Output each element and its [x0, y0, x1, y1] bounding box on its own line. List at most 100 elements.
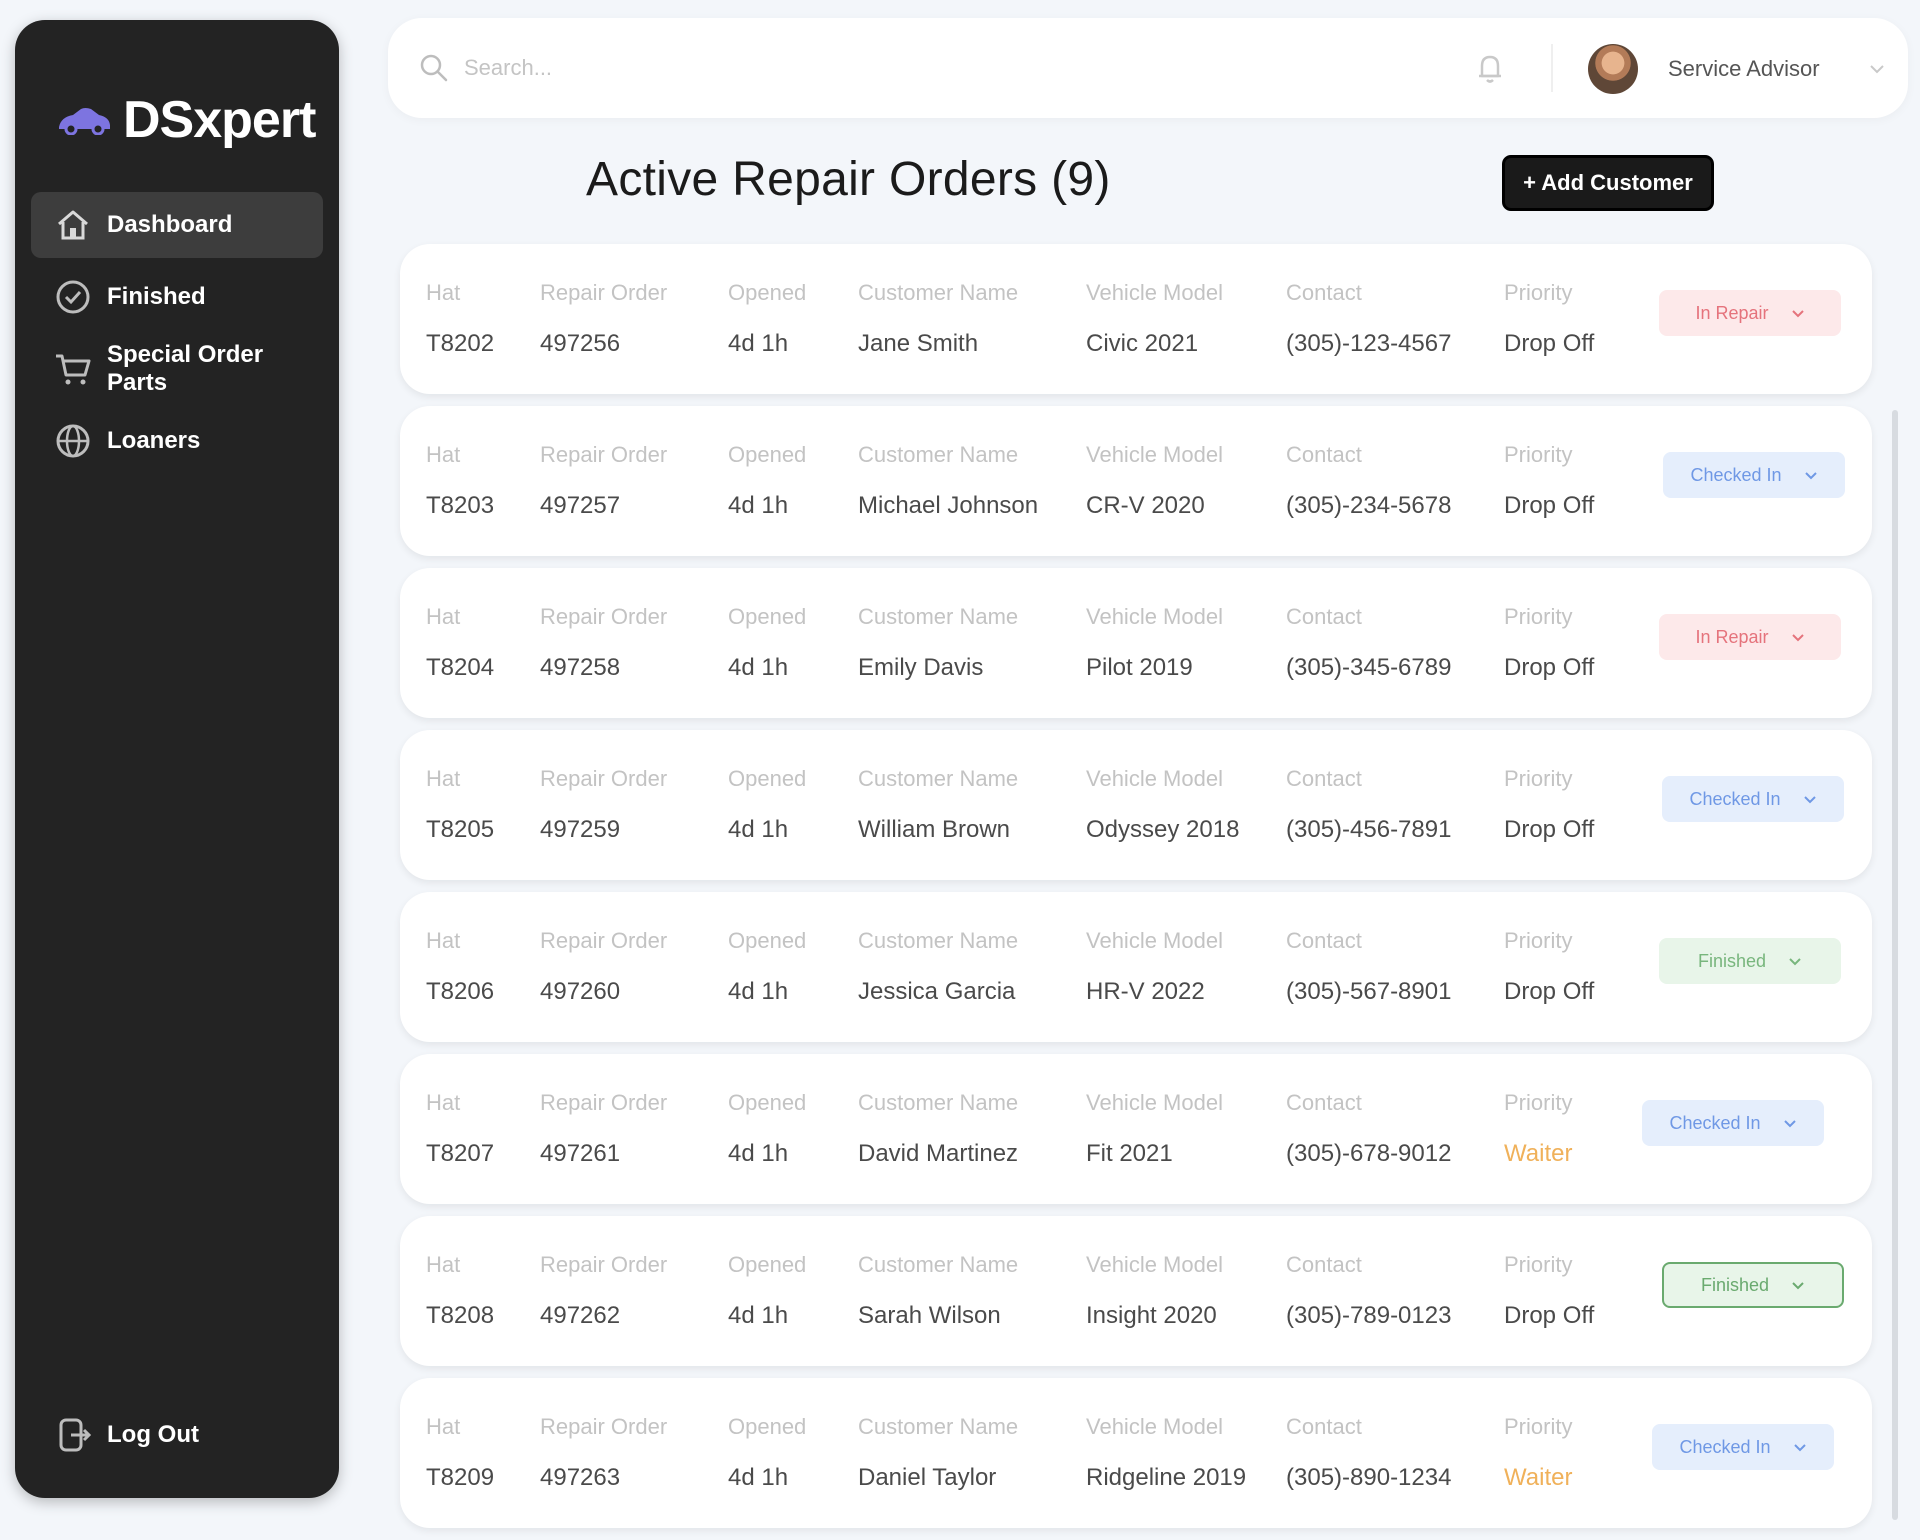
column-value: Drop Off: [1504, 654, 1595, 681]
column-label: Priority: [1504, 1414, 1573, 1439]
status-dropdown[interactable]: Finished: [1659, 938, 1841, 984]
status-dropdown[interactable]: Finished: [1662, 1262, 1844, 1308]
column-label: Priority: [1504, 1090, 1573, 1115]
sidebar-nav: Dashboard Finished Special Order Parts L…: [31, 192, 323, 480]
column-value: 4d 1h: [728, 1140, 789, 1167]
column-value: 4d 1h: [728, 330, 789, 357]
priority-field: Priority Drop Off: [1504, 766, 1594, 844]
chevron-down-icon: [1791, 634, 1804, 642]
column-label: Hat: [426, 442, 461, 467]
hat-field: Hat T8209: [426, 1414, 494, 1492]
column-value: (305)-890-1234: [1286, 1464, 1452, 1491]
contact-field: Contact (305)-678-9012: [1286, 1090, 1451, 1168]
status-dropdown[interactable]: Checked In: [1642, 1100, 1824, 1146]
car-logo-icon: [59, 108, 110, 135]
column-value: (305)-345-6789: [1286, 654, 1452, 681]
user-role[interactable]: Service Advisor: [1668, 56, 1820, 82]
repair-order-field: Repair Order 497259: [540, 766, 667, 844]
chevron-down-icon[interactable]: [1868, 62, 1886, 76]
search-input[interactable]: [464, 48, 1164, 88]
repair-order-card[interactable]: Hat T8206 Repair Order 497260 Opened 4d 1h Cus…: [400, 892, 1872, 1042]
status-dropdown[interactable]: Checked In: [1663, 452, 1845, 498]
column-label: Customer Name: [858, 1414, 1019, 1439]
repair-order-card[interactable]: Hat T8209 Repair Order 497263 Opened 4d 1h Cus…: [400, 1378, 1872, 1528]
sidebar-item-label: Loaners: [107, 427, 201, 454]
column-value: (305)-567-8901: [1286, 978, 1452, 1005]
column-value: (305)-456-7891: [1286, 816, 1452, 843]
column-label: Hat: [426, 1090, 461, 1115]
logout-button[interactable]: Log Out: [53, 1415, 199, 1455]
repair-order-field: Repair Order 497262: [540, 1252, 667, 1330]
column-label: Repair Order: [540, 1414, 668, 1439]
opened-field: Opened 4d 1h: [728, 280, 806, 358]
status-dropdown[interactable]: In Repair: [1659, 290, 1841, 336]
column-label: Repair Order: [540, 604, 668, 629]
column-label: Hat: [426, 928, 461, 953]
column-value: Drop Off: [1504, 1302, 1595, 1329]
sidebar-item-dashboard[interactable]: Dashboard: [31, 192, 323, 258]
sidebar-item-loaners[interactable]: Loaners: [31, 408, 323, 474]
bell-icon[interactable]: [1470, 48, 1510, 88]
contact-field: Contact (305)-890-1234: [1286, 1414, 1451, 1492]
avatar[interactable]: [1588, 44, 1638, 94]
repair-order-card[interactable]: Hat T8202 Repair Order 497256 Opened 4d 1h Cus…: [400, 244, 1872, 394]
vehicle-model-field: Vehicle Model Fit 2021: [1086, 1090, 1223, 1168]
chevron-down-icon: [1783, 1120, 1796, 1128]
status-label: In Repair: [1695, 626, 1769, 647]
priority-field: Priority Drop Off: [1504, 604, 1594, 682]
sidebar-item-special-order-parts[interactable]: Special Order Parts: [31, 336, 323, 402]
customer-name-field: Customer Name Jane Smith: [858, 280, 1018, 358]
column-value: (305)-123-4567: [1286, 330, 1452, 357]
hat-field: Hat T8207: [426, 1090, 494, 1168]
logout-icon: [59, 1418, 92, 1452]
column-value: 497257: [540, 492, 621, 519]
column-value: T8202: [426, 330, 495, 357]
vehicle-model-field: Vehicle Model Civic 2021: [1086, 280, 1223, 358]
hat-field: Hat T8205: [426, 766, 494, 844]
column-label: Opened: [728, 766, 807, 791]
column-value: Civic 2021: [1086, 330, 1199, 357]
column-value: 497256: [540, 330, 621, 357]
customer-name-field: Customer Name Sarah Wilson: [858, 1252, 1018, 1330]
contact-field: Contact (305)-345-6789: [1286, 604, 1451, 682]
column-value: 497258: [540, 654, 621, 681]
top-bar: Service Advisor: [388, 18, 1908, 118]
add-customer-button[interactable]: + Add Customer: [1502, 155, 1714, 211]
status-dropdown[interactable]: Checked In: [1662, 776, 1844, 822]
column-label: Hat: [426, 1252, 461, 1277]
status-dropdown[interactable]: In Repair: [1659, 614, 1841, 660]
column-label: Contact: [1286, 928, 1362, 953]
column-value: 497263: [540, 1464, 621, 1491]
repair-order-card[interactable]: Hat T8208 Repair Order 497262 Opened 4d 1h Cus…: [400, 1216, 1872, 1366]
opened-field: Opened 4d 1h: [728, 604, 806, 682]
column-value: 4d 1h: [728, 816, 789, 843]
column-value: 4d 1h: [728, 492, 789, 519]
column-value: Ridgeline 2019: [1086, 1464, 1247, 1491]
column-label: Contact: [1286, 604, 1362, 629]
column-label: Vehicle Model: [1086, 1090, 1223, 1115]
vehicle-model-field: Vehicle Model Odyssey 2018: [1086, 766, 1239, 844]
column-label: Hat: [426, 1414, 461, 1439]
status-label: Checked In: [1690, 464, 1782, 485]
repair-order-field: Repair Order 497260: [540, 928, 667, 1006]
column-label: Customer Name: [858, 928, 1019, 953]
repair-order-card[interactable]: Hat T8207 Repair Order 497261 Opened 4d 1h Cus…: [400, 1054, 1872, 1204]
sidebar-item-finished[interactable]: Finished: [31, 264, 323, 330]
repair-order-card[interactable]: Hat T8204 Repair Order 497258 Opened 4d 1h Cus…: [400, 568, 1872, 718]
column-label: Vehicle Model: [1086, 928, 1223, 953]
priority-field: Priority Drop Off: [1504, 928, 1594, 1006]
opened-field: Opened 4d 1h: [728, 766, 806, 844]
hat-field: Hat T8204: [426, 604, 494, 682]
contact-field: Contact (305)-456-7891: [1286, 766, 1451, 844]
cart-icon: [56, 354, 91, 385]
opened-field: Opened 4d 1h: [728, 442, 806, 520]
scrollbar[interactable]: [1892, 410, 1898, 1520]
status-dropdown[interactable]: Checked In: [1652, 1424, 1834, 1470]
column-value: Michael Johnson: [858, 492, 1039, 519]
sidebar-item-label: Finished: [107, 283, 206, 310]
column-label: Opened: [728, 928, 807, 953]
repair-order-card[interactable]: Hat T8203 Repair Order 497257 Opened 4d 1h Cus…: [400, 406, 1872, 556]
priority-field: Priority Waiter: [1504, 1090, 1572, 1168]
app-logo[interactable]: DSxpert: [55, 90, 316, 150]
repair-order-card[interactable]: Hat T8205 Repair Order 497259 Opened 4d 1h Cus…: [400, 730, 1872, 880]
